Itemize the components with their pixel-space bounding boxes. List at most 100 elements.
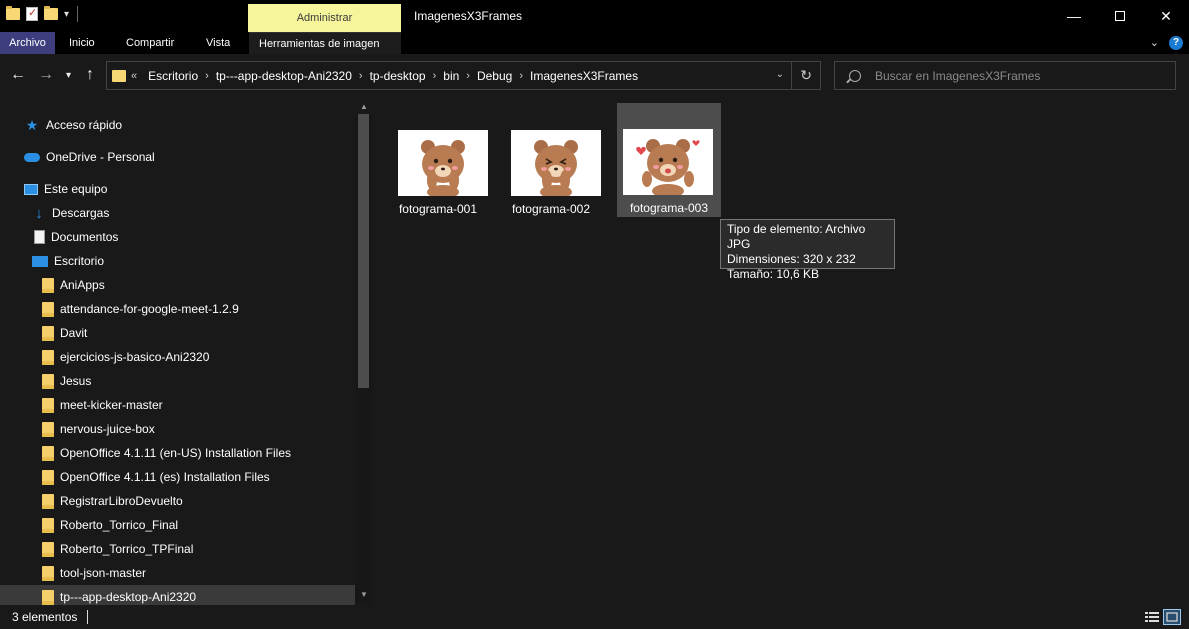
expand-ribbon-icon[interactable]: ⌄	[1150, 36, 1159, 50]
sidebar-item-folder[interactable]: Jesus	[42, 369, 91, 393]
title-bar: ▾ Administrar ImagenesX3Frames — ✕	[0, 0, 1189, 32]
sidebar-item-label: Escritorio	[54, 254, 105, 268]
sidebar-scrollbar[interactable]	[355, 114, 372, 605]
sidebar-item-folder[interactable]: nervous-juice-box	[42, 417, 155, 441]
status-bar: 3 elementos	[0, 605, 1189, 629]
folder-icon[interactable]	[6, 6, 20, 20]
sidebar-item-documents[interactable]: Documentos	[34, 225, 118, 249]
minimize-button[interactable]: —	[1051, 0, 1097, 32]
breadcrumb-chevron-icon[interactable]: ›	[433, 70, 437, 82]
file-tile-selected[interactable]: fotograma-003	[617, 103, 721, 217]
tab-home[interactable]: Inicio	[59, 32, 105, 54]
up-arrow-icon[interactable]: ↑	[86, 66, 94, 84]
sidebar-item-folder[interactable]: meet-kicker-master	[42, 393, 163, 417]
file-tile[interactable]: fotograma-002	[499, 104, 603, 218]
recent-locations-chevron-icon[interactable]: ▾	[66, 70, 71, 81]
tab-view[interactable]: Vista	[196, 32, 240, 54]
sidebar-item-label: Este equipo	[44, 182, 108, 196]
breadcrumb-item[interactable]: ImagenesX3Frames	[530, 69, 638, 83]
close-button[interactable]: ✕	[1143, 0, 1189, 32]
sidebar-item-folder-selected[interactable]: tp---app-desktop-Ani2320	[0, 585, 355, 605]
sidebar-item-downloads[interactable]: ↓ Descargas	[32, 201, 109, 225]
new-folder-icon[interactable]	[44, 6, 58, 20]
tooltip-type: Tipo de elemento: Archivo JPG	[727, 222, 866, 251]
folder-icon	[42, 421, 54, 437]
scrollbar-thumb[interactable]	[358, 114, 369, 388]
help-icon[interactable]: ?	[1169, 36, 1183, 50]
scroll-down-icon[interactable]: ▼	[360, 590, 368, 599]
cloud-icon	[24, 152, 40, 162]
scroll-up-icon[interactable]: ▲	[360, 102, 368, 111]
sidebar-item-label: ejercicios-js-basico-Ani2320	[60, 350, 210, 364]
quick-access-toolbar: ▾	[6, 6, 79, 22]
breadcrumb-item[interactable]: bin	[443, 69, 459, 83]
maximize-button[interactable]	[1097, 0, 1143, 32]
folder-icon	[42, 541, 54, 557]
breadcrumb-item[interactable]: tp-desktop	[370, 69, 426, 83]
minimize-icon: —	[1067, 8, 1081, 24]
sidebar-item-label: Roberto_Torrico_Final	[60, 518, 179, 532]
breadcrumb-chevron-icon[interactable]: ›	[519, 70, 523, 82]
breadcrumb-item[interactable]: tp---app-desktop-Ani2320	[216, 69, 352, 83]
context-tab-header: Administrar	[248, 4, 401, 32]
sidebar-item-folder[interactable]: Davit	[42, 321, 87, 345]
sidebar-item-label: Davit	[60, 326, 88, 340]
image-thumbnail	[623, 129, 713, 195]
details-view-icon[interactable]	[1143, 609, 1161, 625]
forward-arrow-icon[interactable]: →	[38, 66, 54, 84]
customize-toolbar-chevron-icon[interactable]: ▾	[64, 9, 69, 20]
sidebar-item-folder[interactable]: OpenOffice 4.1.11 (en-US) Installation F…	[42, 441, 291, 465]
image-thumbnail	[398, 130, 488, 196]
sidebar-item-label: tp---app-desktop-Ani2320	[60, 590, 197, 604]
breadcrumb-overflow-icon[interactable]: «	[131, 70, 137, 82]
folder-icon	[112, 69, 126, 82]
sidebar-item-quick-access[interactable]: ★ Acceso rápido	[24, 113, 122, 137]
sidebar-item-label: Descargas	[52, 206, 110, 220]
refresh-icon[interactable]: ↻	[800, 67, 812, 84]
sidebar-item-folder[interactable]: Roberto_Torrico_TPFinal	[42, 537, 193, 561]
folder-icon	[42, 589, 54, 605]
tab-file[interactable]: Archivo	[0, 32, 55, 54]
sidebar-item-desktop[interactable]: Escritorio	[32, 249, 104, 273]
sidebar-item-folder[interactable]: ejercicios-js-basico-Ani2320	[42, 345, 209, 369]
search-placeholder[interactable]: Buscar en ImagenesX3Frames	[875, 69, 1040, 83]
folder-icon	[42, 301, 54, 317]
breadcrumb-chevron-icon[interactable]: ›	[205, 70, 209, 82]
sidebar-item-folder[interactable]: attendance-for-google-meet-1.2.9	[42, 297, 239, 321]
sidebar-item-this-pc[interactable]: Este equipo	[24, 177, 107, 201]
tab-picture-tools[interactable]: Herramientas de imagen	[249, 32, 401, 54]
ribbon-controls: ⌄ ?	[1150, 36, 1183, 50]
breadcrumb-item[interactable]: Escritorio	[148, 69, 198, 83]
sidebar-item-folder[interactable]: RegistrarLibroDevuelto	[42, 489, 183, 513]
large-icons-view-icon[interactable]	[1163, 609, 1181, 625]
address-history-chevron-icon[interactable]: ⌄	[776, 69, 784, 80]
tab-share[interactable]: Compartir	[116, 32, 184, 54]
breadcrumb-chevron-icon[interactable]: ›	[466, 70, 470, 82]
desktop-icon	[32, 255, 48, 267]
address-bar[interactable]: « Escritorio › tp---app-desktop-Ani2320 …	[106, 61, 821, 90]
star-icon: ★	[25, 116, 39, 133]
sidebar-item-folder[interactable]: tool-json-master	[42, 561, 146, 585]
sidebar-item-label: attendance-for-google-meet-1.2.9	[60, 302, 239, 316]
sidebar-item-label: RegistrarLibroDevuelto	[60, 494, 183, 508]
folder-icon	[42, 277, 54, 293]
maximize-icon	[1115, 11, 1125, 21]
file-tile[interactable]: fotograma-001	[386, 104, 490, 218]
breadcrumb-item[interactable]: Debug	[477, 69, 512, 83]
folder-icon	[42, 397, 54, 413]
file-name: fotograma-001	[398, 202, 478, 216]
sidebar-item-folder[interactable]: OpenOffice 4.1.11 (es) Installation File…	[42, 465, 270, 489]
back-arrow-icon[interactable]: ←	[10, 66, 26, 84]
properties-icon[interactable]	[26, 6, 38, 21]
navigation-pane: ★ Acceso rápido OneDrive - Personal Este…	[0, 98, 372, 605]
folder-icon	[42, 349, 54, 365]
search-box[interactable]: Buscar en ImagenesX3Frames	[834, 61, 1176, 90]
document-icon	[34, 230, 45, 244]
sidebar-item-folder[interactable]: Roberto_Torrico_Final	[42, 513, 178, 537]
sidebar-item-folder[interactable]: AniApps	[42, 273, 105, 297]
sidebar-item-onedrive[interactable]: OneDrive - Personal	[24, 145, 155, 169]
sidebar-item-label: OpenOffice 4.1.11 (es) Installation File…	[60, 470, 270, 484]
bear-image-icon	[636, 139, 700, 195]
sidebar-item-label: Acceso rápido	[46, 118, 123, 132]
breadcrumb-chevron-icon[interactable]: ›	[359, 70, 363, 82]
